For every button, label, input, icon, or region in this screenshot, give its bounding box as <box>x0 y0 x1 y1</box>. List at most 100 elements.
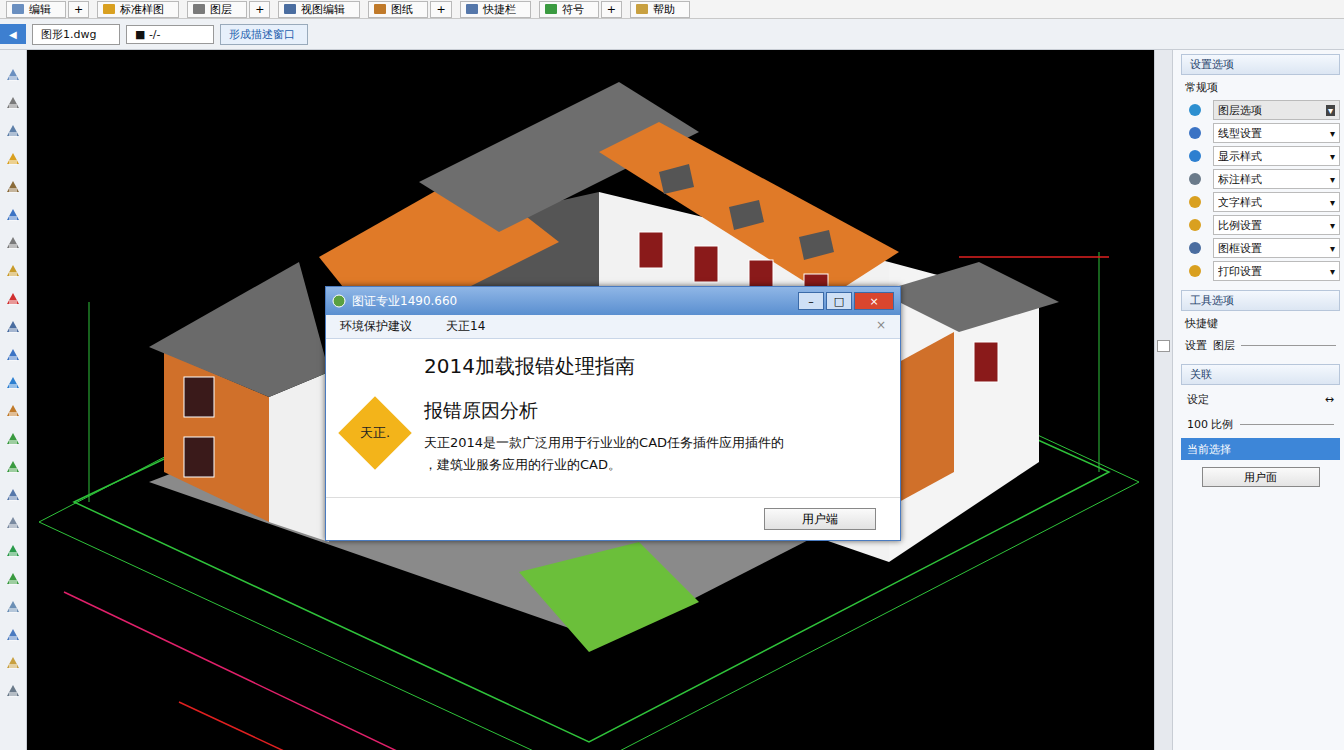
right-panel: 设置选项 常规项 图层选项 ▾ 线型设置 ▾ 显示样式 ▾ 标注样式 ▾ 文字样… <box>1172 50 1344 750</box>
tool-row: 设置 图层 <box>1181 336 1340 355</box>
section-header[interactable]: 设置选项 <box>1181 54 1340 75</box>
setting-icon <box>1187 217 1203 233</box>
menu-item[interactable]: 环境保护建议 <box>340 318 412 335</box>
toolbar-group: 快捷栏 <box>460 1 531 18</box>
warning-badge: 天正. <box>338 396 412 470</box>
tool-icon[interactable] <box>4 262 22 280</box>
setting-icon <box>1187 148 1203 164</box>
toolbar-group: 标准样图 <box>97 1 179 18</box>
tool-icon[interactable] <box>4 542 22 560</box>
tool-icon[interactable] <box>4 402 22 420</box>
setting-dropdown[interactable]: 图框设置 ▾ <box>1213 238 1340 258</box>
setting-dropdown[interactable]: 文字样式 ▾ <box>1213 192 1340 212</box>
menu-item[interactable]: 天正14 <box>446 318 485 335</box>
setting-dropdown[interactable]: 标注样式 ▾ <box>1213 169 1340 189</box>
dialog-menu: 环境保护建议 天正14 × <box>326 315 900 339</box>
toolbar-group: 编辑 + <box>6 1 89 18</box>
setting-row: 比例设置 ▾ <box>1181 215 1340 235</box>
tool-icon[interactable] <box>4 206 22 224</box>
setting-icon <box>1187 102 1203 118</box>
setting-row: 线型设置 ▾ <box>1181 123 1340 143</box>
setting-dropdown[interactable]: 线型设置 ▾ <box>1213 123 1340 143</box>
setting-icon <box>1187 240 1203 256</box>
setting-dropdown[interactable]: 图层选项 ▾ <box>1213 100 1340 120</box>
toolbar-button[interactable]: 帮助 <box>630 1 690 18</box>
setting-dropdown[interactable]: 显示样式 ▾ <box>1213 146 1340 166</box>
app-icon <box>332 294 346 308</box>
tool-icon[interactable] <box>4 346 22 364</box>
vertical-scrollbar[interactable] <box>1154 50 1172 750</box>
tool-icon[interactable] <box>4 626 22 644</box>
scroll-thumb[interactable] <box>1157 340 1170 352</box>
tool-icon[interactable] <box>4 486 22 504</box>
menu-close[interactable]: × <box>876 318 886 335</box>
dialog-title-bar: 图证专业1490.660 – □ × <box>326 287 900 315</box>
setting-dropdown[interactable]: 比例设置 ▾ <box>1213 215 1340 235</box>
tool-icon <box>635 3 649 15</box>
section-header[interactable]: 工具选项 <box>1181 290 1340 311</box>
section-subtitle: 常规项 <box>1181 78 1340 97</box>
tool-icon[interactable] <box>4 66 22 84</box>
setting-row: 图层选项 ▾ <box>1181 100 1340 120</box>
toolbar-button[interactable]: 图层 <box>187 1 247 18</box>
back-button[interactable]: ◀ <box>0 24 26 44</box>
tool-icon[interactable] <box>4 122 22 140</box>
panel-button[interactable]: 用户面 <box>1202 467 1320 487</box>
tool-icon[interactable] <box>4 570 22 588</box>
tool-icon[interactable] <box>4 682 22 700</box>
tool-icon[interactable] <box>4 374 22 392</box>
setting-icon <box>1187 263 1203 279</box>
maximize-button[interactable]: □ <box>826 292 852 310</box>
document-tab[interactable]: 形成描述窗口 <box>220 24 308 45</box>
setting-row: 显示样式 ▾ <box>1181 146 1340 166</box>
toolbar-button[interactable]: 标准样图 <box>97 1 179 18</box>
document-tab[interactable]: ■ -/- <box>126 25 214 44</box>
tool-icon[interactable] <box>4 430 22 448</box>
tool-icon[interactable] <box>4 290 22 308</box>
toolbar-group: 图纸 + <box>368 1 451 18</box>
add-button[interactable]: + <box>249 1 270 18</box>
setting-row: 打印设置 ▾ <box>1181 261 1340 281</box>
section-subtitle: 快捷键 <box>1181 314 1340 333</box>
tool-icon <box>192 3 206 15</box>
workspace: 图证专业1490.660 – □ × 环境保护建议 天正14 × 天正. 2014… <box>0 50 1344 750</box>
cad-app: 编辑 + 标准样图 图层 + 视图编辑 图纸 + 快捷栏 符号 + 帮助 ◀ 图… <box>0 0 1344 750</box>
tool-icon <box>11 3 25 15</box>
relation-row[interactable]: 设定 ↔ <box>1181 388 1340 410</box>
document-tab[interactable]: 图形1.dwg <box>32 24 120 45</box>
toolbar-button[interactable]: 编辑 <box>6 1 66 18</box>
dialog-body: 天正. 2014加载报错处理指南 报错原因分析 天正2014是一款广泛用用于行业… <box>326 339 900 497</box>
tool-icon[interactable] <box>4 234 22 252</box>
tool-icon <box>465 3 479 15</box>
tool-icon[interactable] <box>4 654 22 672</box>
relation-row[interactable]: 100 比例 <box>1181 413 1340 435</box>
tool-icon[interactable] <box>4 598 22 616</box>
drawing-canvas[interactable]: 图证专业1490.660 – □ × 环境保护建议 天正14 × 天正. 2014… <box>27 50 1154 750</box>
relation-row[interactable]: 当前选择 <box>1181 438 1340 460</box>
tool-icon[interactable] <box>4 178 22 196</box>
tool-icon <box>544 3 558 15</box>
minimize-button[interactable]: – <box>798 292 824 310</box>
setting-dropdown[interactable]: 打印设置 ▾ <box>1213 261 1340 281</box>
main-toolbar: 编辑 + 标准样图 图层 + 视图编辑 图纸 + 快捷栏 符号 + 帮助 <box>0 0 1344 19</box>
setting-row: 图框设置 ▾ <box>1181 238 1340 258</box>
dialog-button[interactable]: 用户端 <box>764 508 876 530</box>
close-button[interactable]: × <box>854 292 894 310</box>
tool-icon[interactable] <box>4 458 22 476</box>
toolbar-button[interactable]: 快捷栏 <box>460 1 531 18</box>
tool-icon[interactable] <box>4 514 22 532</box>
section-header[interactable]: 关联 <box>1181 364 1340 385</box>
toolbar-group: 视图编辑 <box>278 1 360 18</box>
add-button[interactable]: + <box>68 1 89 18</box>
setting-row: 文字样式 ▾ <box>1181 192 1340 212</box>
document-bar: ◀ 图形1.dwg ■ -/- 形成描述窗口 <box>0 19 1344 50</box>
add-button[interactable]: + <box>430 1 451 18</box>
add-button[interactable]: + <box>601 1 622 18</box>
toolbar-button[interactable]: 符号 <box>539 1 599 18</box>
toolbar-button[interactable]: 视图编辑 <box>278 1 360 18</box>
tool-icon[interactable] <box>4 94 22 112</box>
tool-icon[interactable] <box>4 150 22 168</box>
toolbar-button[interactable]: 图纸 <box>368 1 428 18</box>
dialog-text: ，建筑业服务应用的行业的CAD。 <box>424 456 784 474</box>
tool-icon[interactable] <box>4 318 22 336</box>
